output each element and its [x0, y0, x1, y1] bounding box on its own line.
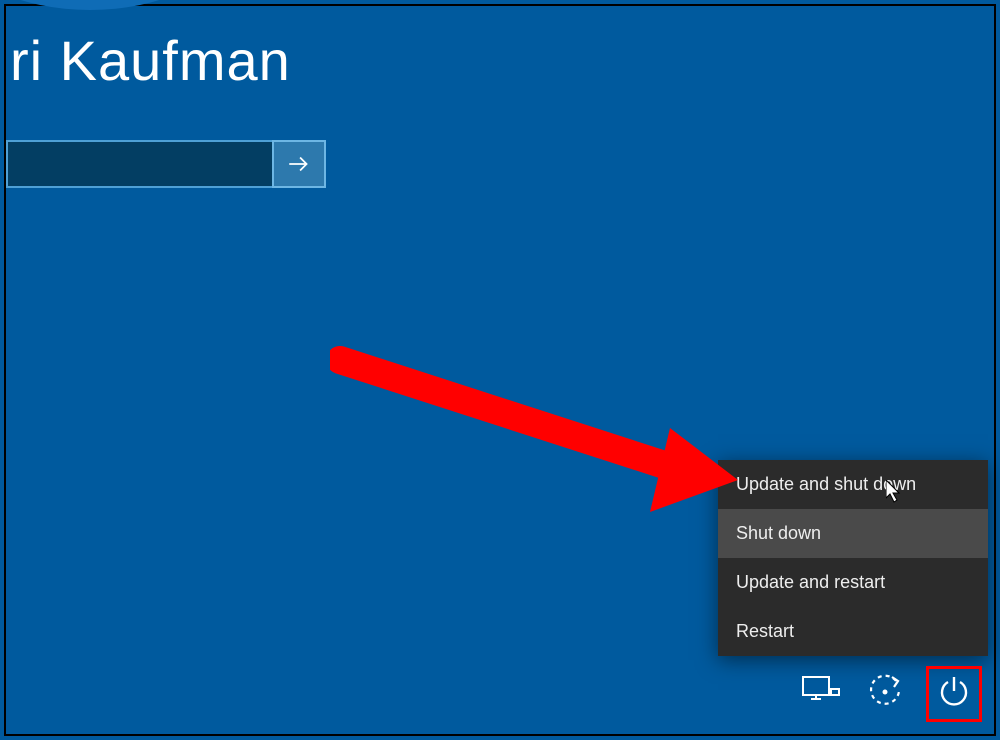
password-row — [6, 140, 326, 188]
menu-item-restart[interactable]: Restart — [718, 607, 988, 656]
tray — [798, 666, 982, 722]
menu-item-update-restart[interactable]: Update and restart — [718, 558, 988, 607]
network-display-icon — [801, 675, 841, 714]
ease-of-access-button[interactable] — [862, 671, 908, 717]
network-button[interactable] — [798, 671, 844, 717]
menu-item-update-shutdown[interactable]: Update and shut down — [718, 460, 988, 509]
password-input[interactable] — [6, 140, 272, 188]
arrow-right-icon — [286, 151, 312, 177]
username-label: ri Kaufman — [10, 28, 291, 93]
power-button[interactable] — [926, 666, 982, 722]
menu-item-shutdown[interactable]: Shut down — [718, 509, 988, 558]
submit-button[interactable] — [272, 140, 326, 188]
power-menu: Update and shut down Shut down Update an… — [718, 460, 988, 656]
power-icon — [935, 673, 973, 716]
ease-of-access-icon — [866, 673, 904, 716]
